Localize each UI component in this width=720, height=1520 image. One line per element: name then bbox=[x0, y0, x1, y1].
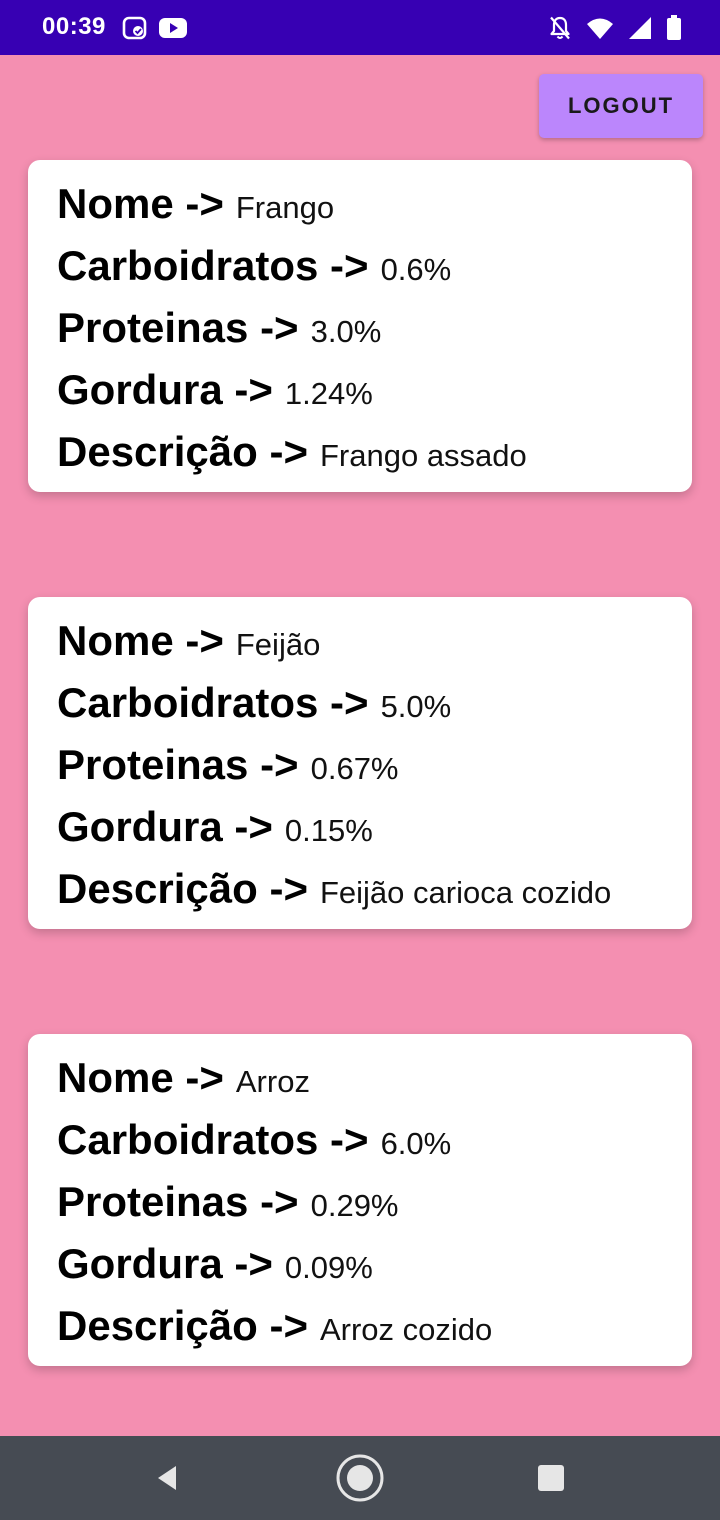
cast-icon bbox=[122, 15, 148, 41]
nome-label: Nome -> bbox=[57, 617, 224, 664]
food-card: Nome -> Feijão Carboidratos -> 5.0% Prot… bbox=[28, 597, 692, 929]
descricao-value: Frango assado bbox=[319, 438, 527, 473]
gordura-row: Gordura -> 1.24% bbox=[57, 366, 692, 428]
carboidratos-row: Carboidratos -> 5.0% bbox=[57, 679, 692, 741]
carboidratos-label: Carboidratos -> bbox=[57, 242, 369, 289]
wifi-icon bbox=[586, 16, 614, 40]
descricao-value: Arroz cozido bbox=[319, 1312, 493, 1347]
descricao-label: Descrição -> bbox=[57, 428, 308, 475]
proteinas-label: Proteinas -> bbox=[57, 304, 299, 351]
nome-value: Arroz bbox=[235, 1064, 310, 1099]
nome-row: Nome -> Frango bbox=[57, 180, 692, 242]
carboidratos-label: Carboidratos -> bbox=[57, 679, 369, 726]
proteinas-label: Proteinas -> bbox=[57, 1178, 299, 1225]
food-card: Nome -> Frango Carboidratos -> 0.6% Prot… bbox=[28, 160, 692, 492]
status-bar: 00:39 bbox=[0, 0, 720, 55]
gordura-value: 1.24% bbox=[284, 376, 373, 411]
carboidratos-row: Carboidratos -> 6.0% bbox=[57, 1116, 692, 1178]
battery-icon bbox=[666, 15, 682, 41]
descricao-row: Descrição -> Feijão carioca cozido bbox=[57, 865, 692, 927]
nome-row: Nome -> Feijão bbox=[57, 617, 692, 679]
proteinas-row: Proteinas -> 0.67% bbox=[57, 741, 692, 803]
descricao-value: Feijão carioca cozido bbox=[319, 875, 612, 910]
nome-value: Frango bbox=[235, 190, 335, 225]
gordura-value: 0.09% bbox=[284, 1250, 373, 1285]
gordura-row: Gordura -> 0.15% bbox=[57, 803, 692, 865]
proteinas-label: Proteinas -> bbox=[57, 741, 299, 788]
proteinas-row: Proteinas -> 3.0% bbox=[57, 304, 692, 366]
youtube-icon bbox=[158, 16, 188, 40]
carboidratos-value: 5.0% bbox=[380, 689, 452, 724]
descricao-row: Descrição -> Frango assado bbox=[57, 428, 692, 490]
carboidratos-row: Carboidratos -> 0.6% bbox=[57, 242, 692, 304]
nome-label: Nome -> bbox=[57, 180, 224, 227]
notifications-off-icon bbox=[548, 15, 572, 41]
descricao-label: Descrição -> bbox=[57, 865, 308, 912]
proteinas-value: 0.29% bbox=[310, 1188, 399, 1223]
recents-icon[interactable] bbox=[527, 1454, 575, 1502]
proteinas-row: Proteinas -> 0.29% bbox=[57, 1178, 692, 1240]
nome-value: Feijão bbox=[235, 627, 321, 662]
nome-label: Nome -> bbox=[57, 1054, 224, 1101]
food-card: Nome -> Arroz Carboidratos -> 6.0% Prote… bbox=[28, 1034, 692, 1366]
gordura-value: 0.15% bbox=[284, 813, 373, 848]
descricao-label: Descrição -> bbox=[57, 1302, 308, 1349]
logout-button[interactable]: LOGOUT bbox=[539, 74, 703, 138]
back-icon[interactable] bbox=[143, 1454, 191, 1502]
navigation-bar bbox=[0, 1436, 720, 1520]
carboidratos-label: Carboidratos -> bbox=[57, 1116, 369, 1163]
gordura-label: Gordura -> bbox=[57, 366, 273, 413]
gordura-label: Gordura -> bbox=[57, 1240, 273, 1287]
proteinas-value: 3.0% bbox=[310, 314, 382, 349]
proteinas-value: 0.67% bbox=[310, 751, 399, 786]
gordura-label: Gordura -> bbox=[57, 803, 273, 850]
descricao-row: Descrição -> Arroz cozido bbox=[57, 1302, 692, 1364]
gordura-row: Gordura -> 0.09% bbox=[57, 1240, 692, 1302]
home-icon[interactable] bbox=[336, 1454, 384, 1502]
status-right-icons bbox=[548, 13, 682, 43]
carboidratos-value: 6.0% bbox=[380, 1126, 452, 1161]
status-left-icons bbox=[122, 13, 188, 43]
nome-row: Nome -> Arroz bbox=[57, 1054, 692, 1116]
signal-icon bbox=[628, 16, 652, 40]
status-time: 00:39 bbox=[42, 13, 106, 40]
carboidratos-value: 0.6% bbox=[380, 252, 452, 287]
